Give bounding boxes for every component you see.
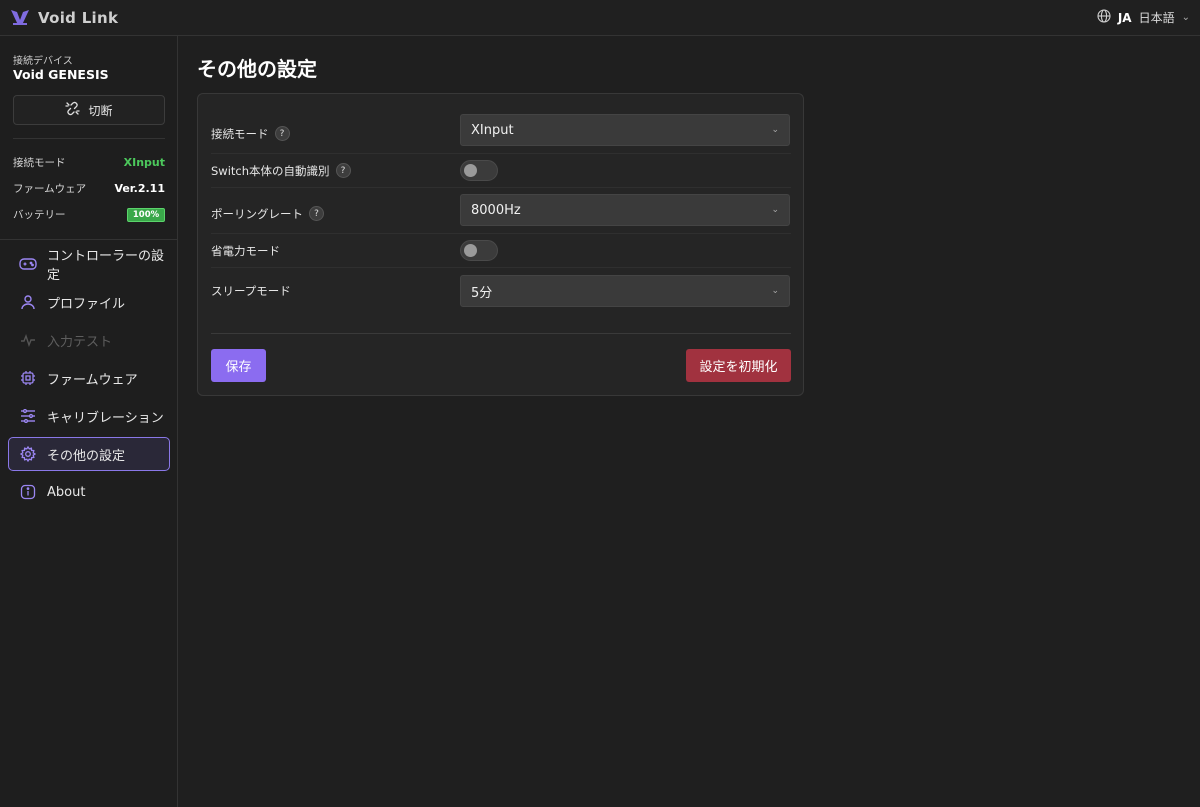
info-key: 接続モード (13, 157, 66, 169)
sidebar-item-label: コントローラーの設定 (47, 249, 165, 283)
device-name: Void GENESIS (13, 67, 109, 82)
globe-icon (1097, 9, 1111, 26)
setting-label-text: スリープモード (211, 284, 291, 298)
void-logo-icon (10, 8, 30, 28)
activity-icon (19, 331, 37, 349)
sidebar-item-input-test: 入力テスト (8, 323, 170, 357)
sidebar-divider (0, 239, 178, 240)
sidebar-item-about[interactable]: About (8, 475, 170, 509)
title-bar: Void Link JA 日本語 ⌄ (0, 0, 1200, 36)
setting-label: Switch本体の自動識別 ? (211, 163, 351, 179)
polling-rate-select[interactable]: 8000Hz ⌄ (460, 194, 790, 226)
info-key: ファームウェア (13, 183, 87, 195)
sidebar-item-label: キャリブレーション (47, 410, 164, 426)
sidebar-nav: コントローラーの設定 プロファイル 入力テスト ファームウェア キャリブレーショ… (8, 247, 170, 513)
sidebar: 接続デバイス Void GENESIS 切断 接続モード XInput ファーム… (0, 36, 178, 807)
battery-badge: 100% (127, 207, 165, 222)
switch-auto-detect-toggle[interactable] (460, 160, 498, 181)
disconnect-label: 切断 (88, 103, 113, 118)
setting-row-switch-auto-detect: Switch本体の自動識別 ? (211, 154, 791, 188)
setting-label: 接続モード ? (211, 126, 290, 142)
language-name: 日本語 (1138, 11, 1175, 25)
page-title: その他の設定 (197, 57, 317, 81)
setting-row-power-saving: 省電力モード (211, 234, 791, 268)
language-selector[interactable]: JA 日本語 ⌄ (1097, 9, 1190, 26)
info-value: XInput (123, 156, 165, 169)
user-icon (19, 293, 37, 311)
device-label: 接続デバイス (13, 56, 73, 67)
chevron-down-icon: ⌄ (771, 205, 779, 215)
sidebar-divider (13, 138, 165, 139)
power-saving-toggle[interactable] (460, 240, 498, 261)
setting-row-connection-mode: 接続モード ? XInput ⌄ (211, 114, 791, 154)
select-value: 5分 (471, 285, 493, 301)
help-icon[interactable]: ? (274, 126, 290, 141)
chevron-down-icon: ⌄ (1181, 12, 1190, 23)
sidebar-item-label: ファームウェア (47, 372, 138, 388)
sidebar-item-controller-settings[interactable]: コントローラーの設定 (8, 247, 170, 283)
sidebar-item-label: その他の設定 (47, 448, 126, 464)
save-button[interactable]: 保存 (211, 349, 266, 382)
sidebar-item-other-settings[interactable]: その他の設定 (8, 437, 170, 471)
info-row-firmware: ファームウェア Ver.2.11 (13, 181, 165, 196)
chip-icon (19, 369, 37, 387)
settings-card: 接続モード ? XInput ⌄ Switch本体の自動識別 ? ポーリングレー… (197, 93, 804, 396)
setting-row-sleep-mode: スリープモード 5分 ⌄ (211, 275, 791, 307)
gamepad-icon (19, 255, 37, 273)
sleep-mode-select[interactable]: 5分 ⌄ (460, 275, 790, 307)
toggle-knob (464, 244, 477, 257)
connection-mode-select[interactable]: XInput ⌄ (460, 114, 790, 146)
toggle-knob (464, 164, 477, 177)
sidebar-item-calibration[interactable]: キャリブレーション (8, 399, 170, 433)
info-value: Ver.2.11 (114, 182, 165, 195)
setting-row-polling-rate: ポーリングレート ? 8000Hz ⌄ (211, 194, 791, 234)
info-icon (19, 483, 37, 501)
info-row-battery: バッテリー 100% (13, 207, 165, 222)
gear-icon (19, 445, 37, 463)
sidebar-item-profile[interactable]: プロファイル (8, 285, 170, 319)
app-title: Void Link (38, 8, 119, 27)
info-row-connection-mode: 接続モード XInput (13, 155, 165, 170)
reset-settings-button[interactable]: 設定を初期化 (686, 349, 791, 382)
sidebar-item-label: About (47, 484, 86, 500)
setting-label: ポーリングレート ? (211, 206, 324, 222)
setting-label: スリープモード (211, 283, 291, 299)
help-icon[interactable]: ? (309, 206, 324, 221)
unlink-icon (65, 101, 81, 119)
sliders-icon (19, 407, 37, 425)
disconnect-button[interactable]: 切断 (13, 95, 165, 125)
brand: Void Link (10, 8, 118, 28)
setting-label-text: ポーリングレート (211, 206, 303, 221)
chevron-down-icon: ⌄ (771, 286, 779, 296)
sidebar-item-firmware[interactable]: ファームウェア (8, 361, 170, 395)
setting-label: 省電力モード (211, 243, 280, 259)
select-value: XInput (471, 122, 514, 138)
info-key: バッテリー (13, 209, 66, 221)
help-icon[interactable]: ? (335, 163, 351, 178)
sidebar-item-label: 入力テスト (47, 334, 113, 350)
sidebar-item-label: プロファイル (47, 296, 126, 312)
setting-label-text: 接続モード (211, 126, 269, 141)
language-code: JA (1117, 10, 1132, 25)
setting-label-text: Switch本体の自動識別 (211, 163, 330, 178)
chevron-down-icon: ⌄ (771, 125, 779, 135)
select-value: 8000Hz (471, 202, 521, 218)
card-divider (211, 333, 791, 334)
setting-label-text: 省電力モード (211, 243, 280, 258)
